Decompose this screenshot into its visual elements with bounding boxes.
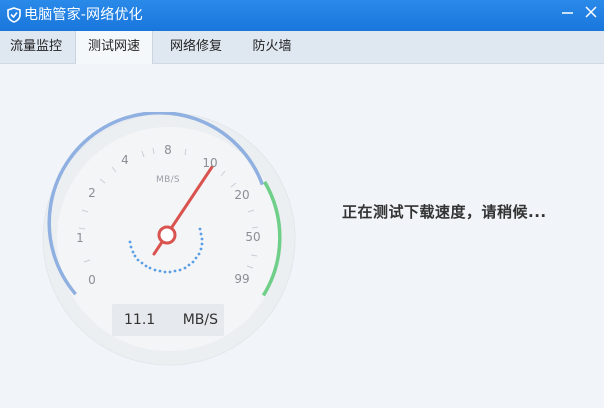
minimize-icon[interactable] [558, 4, 578, 22]
scale-label: 1 [76, 231, 84, 245]
tab-firewall[interactable]: 防火墙 [244, 31, 300, 63]
tab-traffic-monitor[interactable]: 流量监控 [4, 31, 68, 63]
speed-unit: MB/S [182, 312, 218, 328]
tab-speed-test[interactable]: 测试网速 [75, 31, 153, 64]
scale-label: 2 [88, 186, 96, 200]
speed-readout: 11.1 MB/S [112, 304, 224, 336]
scale-label: 4 [121, 153, 129, 167]
speed-value: 11.1 [124, 312, 156, 328]
scale-label: 8 [164, 143, 172, 157]
close-icon[interactable] [581, 4, 601, 22]
window-title: 电脑管家-网络优化 [24, 7, 143, 23]
scale-label: 50 [245, 230, 261, 244]
scale-label: 20 [234, 188, 250, 202]
scale-label: 99 [234, 272, 250, 286]
scale-label: 0 [88, 273, 96, 287]
app-window: 电脑管家-网络优化 流量监控 测试网速 网络修复 防火墙 正在测试下载速度，请稍… [0, 0, 604, 408]
gauge-needle-hub [157, 225, 177, 245]
title-bar: 电脑管家-网络优化 [0, 0, 604, 31]
gauge-unit-label: MB/S [156, 175, 180, 185]
scale-label: 10 [202, 156, 218, 170]
tab-network-repair[interactable]: 网络修复 [160, 31, 232, 63]
shield-logo-icon [7, 7, 21, 23]
speed-gauge: 0 1 2 4 8 10 20 50 99 MB/S 11.1 MB/S [42, 112, 296, 366]
status-message: 正在测试下载速度，请稍候... [342, 203, 547, 221]
tab-bar: 流量监控 测试网速 网络修复 防火墙 [0, 31, 604, 64]
